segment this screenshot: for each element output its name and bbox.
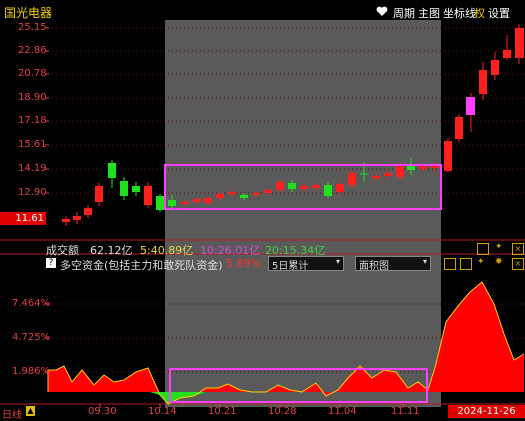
period-select-value: 5日累计 <box>272 261 309 272</box>
chart-type-select-value: 面积图 <box>359 261 389 272</box>
date-tick: 11.04 <box>328 406 357 417</box>
settings-icon[interactable]: ✸ <box>495 257 505 267</box>
volume-ma5: 5:40.89亿 <box>140 244 194 257</box>
period-select[interactable]: 5日累计 ▾ <box>268 256 344 272</box>
pin-icon[interactable]: ✦ <box>495 243 505 253</box>
price-tick: 17.18 <box>18 115 47 126</box>
up-triangle-icon[interactable]: ▲ <box>26 406 35 416</box>
price-tick: 14.19 <box>18 163 47 174</box>
indicator-tick: 4.725% <box>12 332 51 343</box>
indicator-value: 5.89% <box>226 257 261 270</box>
stock-chart-app: 国光电器 周期 主图 坐标线 权 设置 25.15 22.86 20.78 18… <box>0 0 525 421</box>
bookmark-icon[interactable] <box>460 258 472 270</box>
chevron-down-icon: ▾ <box>422 257 427 266</box>
selection-shade <box>165 20 441 407</box>
chevron-down-icon: ▾ <box>335 257 340 266</box>
period-label[interactable]: 日线 <box>2 406 22 421</box>
last-price-badge: 11.61 <box>0 212 46 225</box>
price-tick: 20.78 <box>18 68 47 79</box>
minus-icon[interactable] <box>444 258 456 270</box>
price-tick: 22.86 <box>18 45 47 56</box>
price-tick: 12.90 <box>18 187 47 198</box>
close-icon[interactable]: × <box>512 258 524 270</box>
date-tick: 09.30 <box>88 406 117 417</box>
indicator-tick: 7.464% <box>12 298 51 309</box>
date-tick: 10.28 <box>268 406 297 417</box>
volume-ma10: 10:26.01亿 <box>200 244 261 257</box>
price-tick: 25.15 <box>18 22 47 33</box>
price-tick: 18.90 <box>18 92 47 103</box>
chart-type-select[interactable]: 面积图 ▾ <box>355 256 431 272</box>
home-icon[interactable] <box>477 243 489 255</box>
indicator-name: 多空资金(包括主力和敢死队资金) <box>60 259 223 272</box>
candlestick-chart[interactable] <box>0 0 525 418</box>
price-tick: 15.61 <box>18 139 47 150</box>
date-tick: 10.14 <box>148 406 177 417</box>
date-tick: 11.11 <box>391 406 420 417</box>
date-tick: 10.21 <box>208 406 237 417</box>
help-icon[interactable]: ? <box>46 258 56 268</box>
volume-label: 成交额 <box>46 244 79 257</box>
volume-value: 62.12亿 <box>90 244 133 257</box>
close-icon[interactable]: × <box>512 243 524 255</box>
indicator-tick: 1.986% <box>12 366 51 377</box>
pin-icon[interactable]: ✦ <box>477 257 487 267</box>
current-date-badge: 2024-11-26 <box>448 405 525 418</box>
